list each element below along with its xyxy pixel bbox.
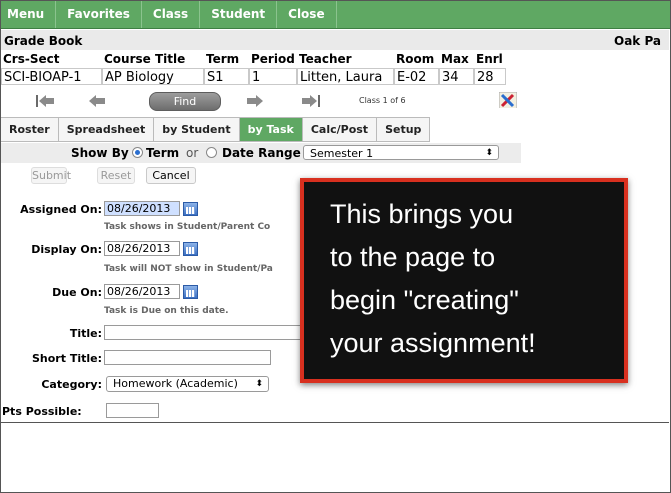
cell-course-title: AP Biology xyxy=(102,68,204,85)
col-header-max: Max xyxy=(441,52,469,66)
tab-by-student[interactable]: by Student xyxy=(154,118,240,141)
term-label: Term xyxy=(146,146,180,160)
assigned-on-hint: Task shows in Student/Parent Co xyxy=(104,222,271,232)
gradebook-header: Grade Book Oak Pa xyxy=(1,30,669,50)
cell-period: 1 xyxy=(249,68,297,85)
col-header-enrl: Enrl xyxy=(476,52,503,66)
display-on-calendar-icon[interactable] xyxy=(183,242,198,256)
date-range-radio[interactable] xyxy=(206,147,217,158)
cell-crs-sect: SCI-BIOAP-1 xyxy=(1,68,102,85)
category-select-value: Homework (Academic) xyxy=(113,377,238,390)
menu-item-menu[interactable]: Menu xyxy=(1,1,57,28)
col-header-course-title: Course Title xyxy=(104,52,186,66)
col-header-teacher: Teacher xyxy=(299,52,352,66)
show-by-bar: Show By Term or Date Range Semester 1 ⬍ xyxy=(1,143,521,163)
tab-setup[interactable]: Setup xyxy=(377,118,431,141)
course-table-header-row: Crs-Sect Course Title Term Period Teache… xyxy=(1,51,506,68)
school-name: Oak Pa xyxy=(614,34,662,48)
class-navigation: Find Class 1 of 6 xyxy=(1,88,519,114)
reset-button[interactable]: Reset xyxy=(97,167,135,184)
previous-class-icon[interactable] xyxy=(87,93,107,109)
due-on-label: Due On: xyxy=(52,286,102,299)
show-by-label: Show By xyxy=(71,146,129,160)
cell-max: 34 xyxy=(439,68,474,85)
course-table-row: SCI-BIOAP-1 AP Biology S1 1 Litten, Laur… xyxy=(1,68,506,85)
gradebook-tabs: Roster Spreadsheet by Student by Task Ca… xyxy=(1,117,431,142)
callout-line-3: begin "creating" xyxy=(330,285,519,315)
menu-bar-filler xyxy=(363,1,670,29)
menu-item-close[interactable]: Close xyxy=(277,1,337,28)
display-on-hint: Task will NOT show in Student/Pa xyxy=(104,264,273,274)
assigned-on-calendar-icon[interactable] xyxy=(183,202,198,216)
display-on-label: Display On: xyxy=(31,243,102,256)
tab-by-task[interactable]: by Task xyxy=(239,118,303,141)
due-on-field[interactable]: 08/26/2013 xyxy=(104,284,180,299)
callout-line-4: your assignment! xyxy=(330,328,536,358)
submit-button[interactable]: Submit xyxy=(31,167,71,184)
pts-possible-label: Pts Possible: xyxy=(2,405,82,418)
menu-item-class[interactable]: Class xyxy=(142,1,201,28)
or-label: or xyxy=(186,146,199,160)
title-label: Title: xyxy=(69,327,102,340)
next-class-icon[interactable] xyxy=(245,93,265,109)
short-title-field[interactable] xyxy=(104,350,271,365)
class-count: Class 1 of 6 xyxy=(359,96,406,105)
page-title: Grade Book xyxy=(4,34,83,48)
semester-select-value: Semester 1 xyxy=(310,147,374,160)
assigned-on-label: Assigned On: xyxy=(20,203,102,216)
term-radio[interactable] xyxy=(132,147,143,158)
tab-spreadsheet[interactable]: Spreadsheet xyxy=(59,118,155,141)
course-table: Crs-Sect Course Title Term Period Teache… xyxy=(1,51,506,85)
select-arrows-icon: ⬍ xyxy=(485,148,493,158)
last-class-icon[interactable] xyxy=(301,93,321,109)
tab-calc-post[interactable]: Calc/Post xyxy=(303,118,378,141)
first-class-icon[interactable] xyxy=(35,93,55,109)
select-arrows-icon: ⬍ xyxy=(255,379,263,389)
tab-roster[interactable]: Roster xyxy=(1,118,59,141)
callout-line-1: This brings you xyxy=(330,199,514,229)
menu-item-favorites[interactable]: Favorites xyxy=(56,1,142,28)
short-title-label: Short Title: xyxy=(32,352,102,365)
due-on-calendar-icon[interactable] xyxy=(183,285,198,299)
menu-item-student[interactable]: Student xyxy=(200,1,278,28)
title-field[interactable] xyxy=(104,325,304,340)
instruction-callout: This brings you to the page to begin "cr… xyxy=(300,178,628,383)
date-range-label: Date Range xyxy=(222,146,301,160)
cell-enrl: 28 xyxy=(474,68,506,85)
screenshot-bottom-edge xyxy=(1,422,669,423)
semester-select[interactable]: Semester 1 ⬍ xyxy=(303,145,499,160)
col-header-period: Period xyxy=(251,52,295,66)
cell-term: S1 xyxy=(204,68,249,85)
cell-teacher: Litten, Laura xyxy=(297,68,394,85)
tools-icon[interactable] xyxy=(499,92,517,108)
due-on-hint: Task is Due on this date. xyxy=(104,306,229,316)
display-on-field[interactable]: 08/26/2013 xyxy=(104,241,180,256)
cancel-button[interactable]: Cancel xyxy=(146,167,196,184)
pts-possible-field[interactable] xyxy=(106,403,159,418)
col-header-term: Term xyxy=(206,52,240,66)
category-select[interactable]: Homework (Academic) ⬍ xyxy=(106,376,269,392)
col-header-crs-sect: Crs-Sect xyxy=(3,52,60,66)
col-header-room: Room xyxy=(396,52,435,66)
top-menu-bar: Menu Favorites Class Student Close xyxy=(1,1,363,29)
find-button[interactable]: Find xyxy=(149,92,221,111)
assigned-on-field[interactable]: 08/26/2013 xyxy=(104,201,180,216)
callout-line-2: to the page to xyxy=(330,242,496,272)
category-label: Category: xyxy=(41,378,102,391)
cell-room: E-02 xyxy=(394,68,439,85)
